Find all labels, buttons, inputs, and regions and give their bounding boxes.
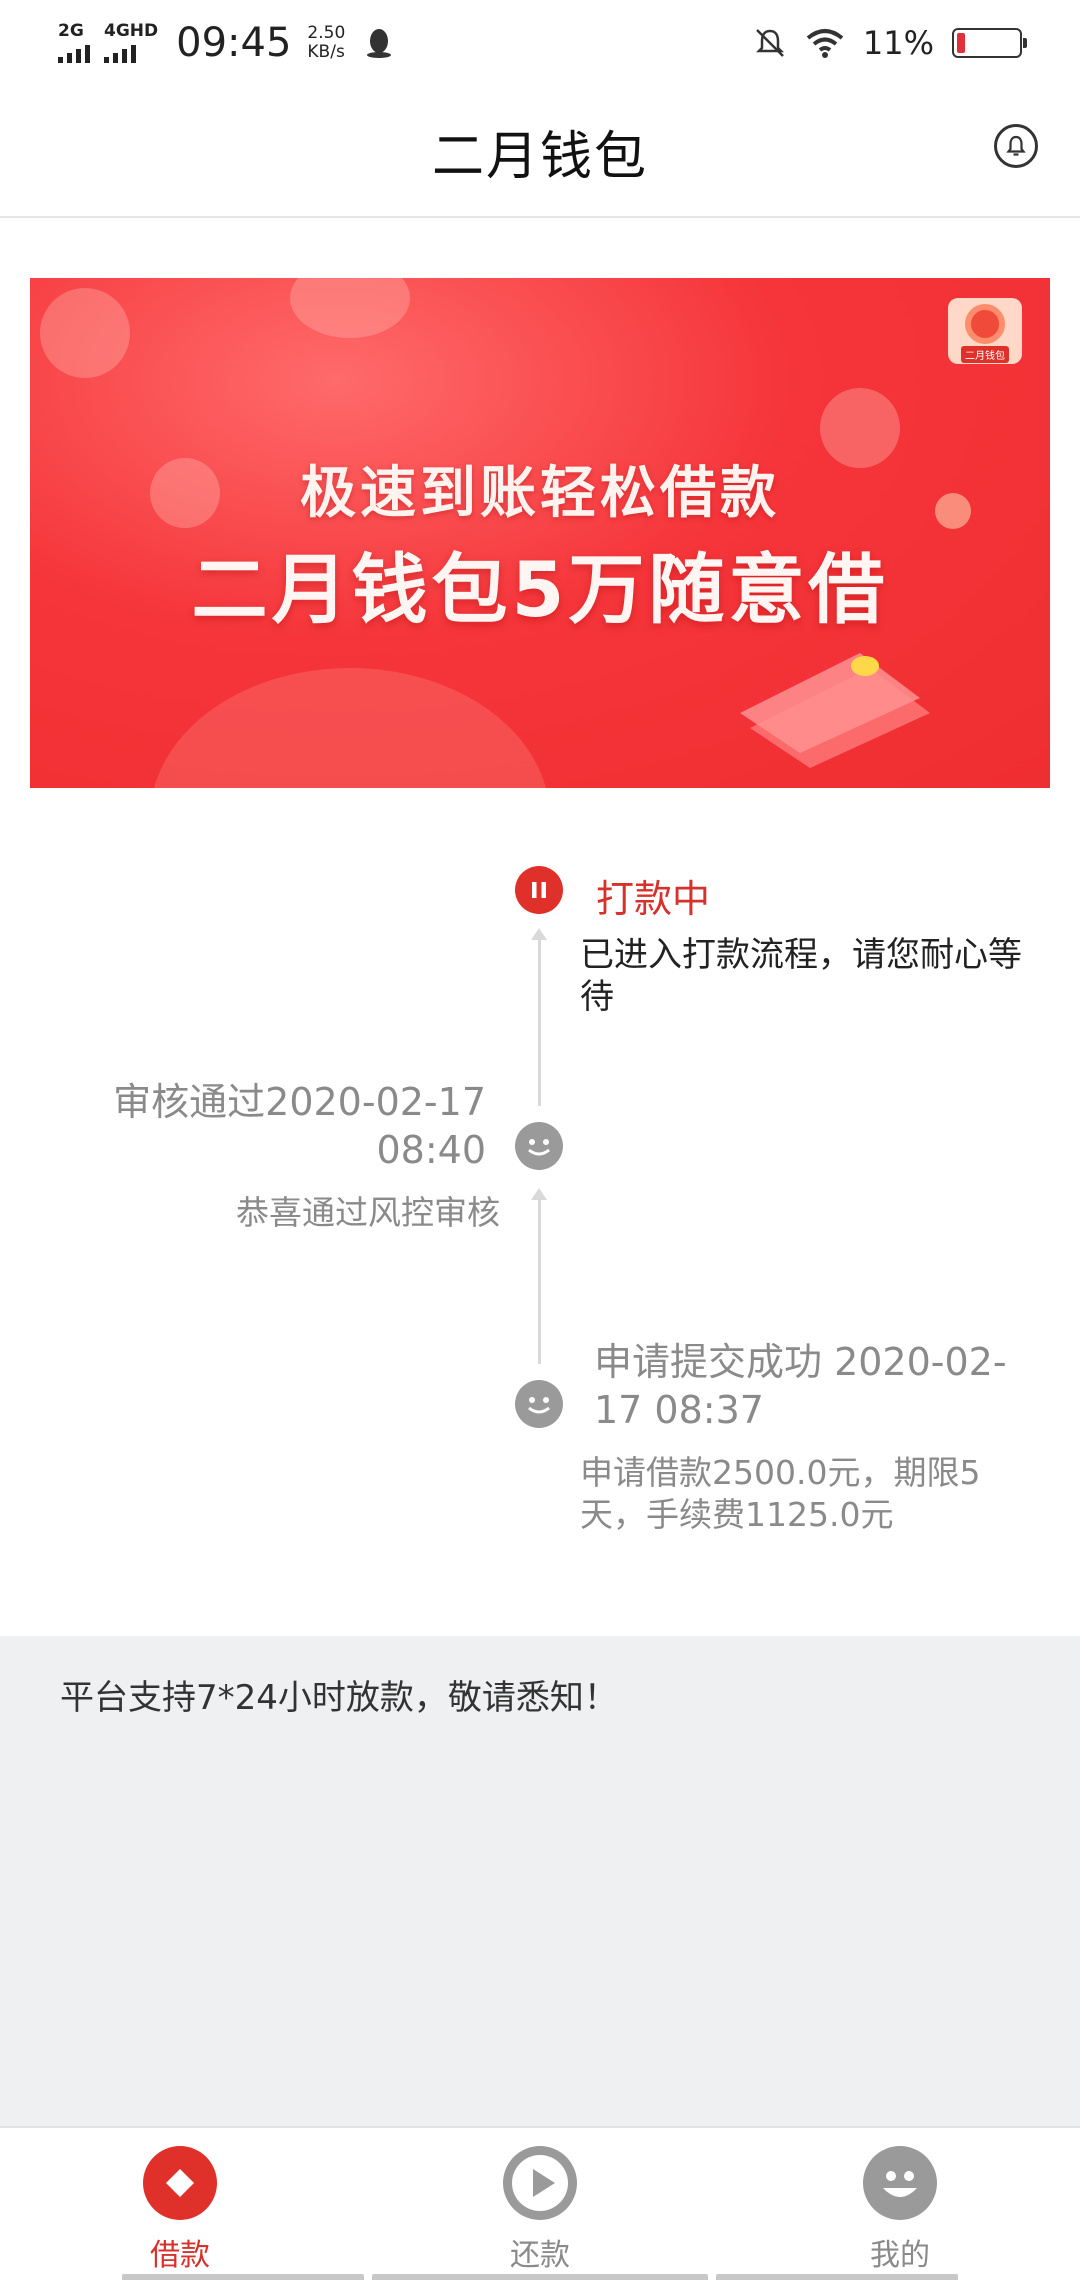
smiley-icon (883, 2171, 917, 2197)
flower-logo-icon (965, 304, 1005, 344)
step-paying-desc: 已进入打款流程，请您耐心等待 (580, 935, 1022, 1017)
banner-headline: 极速到账轻松借款 (300, 461, 780, 526)
app-logo: 二月钱包 (948, 298, 1022, 364)
step-approved-desc: 恭喜通过风控审核 (236, 1193, 500, 1232)
notice-area: 平台支持7*24小时放款，敬请悉知！ (0, 1636, 1080, 2126)
logo-text: 二月钱包 (961, 346, 1009, 363)
play-icon-wrap (503, 2146, 577, 2220)
home-indicator (372, 2274, 708, 2280)
network-4g: 4GHD (104, 23, 158, 63)
nav-tab-repay[interactable]: 还款 (450, 2146, 630, 2274)
diamond-icon (166, 2169, 194, 2197)
red-envelope-icon (740, 653, 930, 768)
smiley-icon (528, 1139, 550, 1156)
pause-icon (532, 882, 546, 898)
qq-penguin-icon (367, 29, 392, 58)
signal-bars-icon (104, 43, 136, 63)
bell-muted-icon (755, 29, 784, 57)
network-2g-label: 2G (58, 21, 84, 41)
timeline-connector (531, 1188, 547, 1364)
bell-icon (1006, 135, 1026, 156)
nav-tab-mine[interactable]: 我的 (810, 2146, 990, 2274)
step-submitted-title: 申请提交成功 2020-02-17 08:37 (594, 1340, 1007, 1432)
home-indicator (716, 2274, 958, 2280)
nav-label-borrow: 借款 (150, 2238, 210, 2273)
promo-banner[interactable]: 极速到账轻松借款 二月钱包5万随意借 二月钱包 (30, 278, 1050, 788)
notification-bell-button[interactable] (994, 124, 1038, 168)
notice-text: 平台支持7*24小时放款，敬请悉知！ (60, 1678, 618, 1718)
step-paying-title: 打款中 (596, 877, 711, 921)
timeline-connector (531, 928, 547, 1106)
signal-bars-icon (58, 43, 90, 63)
home-indicator (122, 2274, 364, 2280)
network-4g-label: 4GHD (104, 21, 159, 41)
nav-tab-borrow[interactable]: 借款 (90, 2146, 270, 2274)
page-title: 二月钱包 (431, 126, 648, 187)
network-speed: 2.50 KB/s (307, 24, 345, 61)
page: 2G 4GHD 09:45 2.50 KB/s 11% 二月钱包 极速到账轻松借… (0, 0, 1080, 2280)
step-approved-node (515, 1122, 563, 1170)
clock: 09:45 (176, 20, 292, 66)
network-2g: 2G (58, 23, 90, 63)
speed-unit: KB/s (307, 42, 345, 62)
banner-slogan: 二月钱包5万随意借 (191, 545, 889, 634)
status-right: 11% (753, 24, 1027, 62)
step-paying-node (515, 866, 563, 914)
battery-icon (952, 28, 1027, 58)
nav-label-mine: 我的 (870, 2238, 930, 2273)
loan-progress-timeline: 打款中 已进入打款流程，请您耐心等待 审核通过2020-02-17 08:40 … (0, 830, 1080, 1630)
battery-percent: 11% (862, 24, 934, 62)
smiley-icon-wrap (863, 2146, 937, 2220)
nav-label-repay: 还款 (510, 2238, 570, 2273)
play-icon (512, 2155, 568, 2211)
step-submitted-desc: 申请借款2500.0元，期限5天，手续费1125.0元 (580, 1453, 981, 1534)
smiley-icon (528, 1397, 550, 1414)
step-submitted-node (515, 1380, 563, 1428)
speed-value: 2.50 (307, 23, 346, 44)
diamond-icon-wrap (143, 2146, 217, 2220)
app-header: 二月钱包 (0, 86, 1080, 218)
bottom-navigation: 借款 还款 我的 (0, 2126, 1080, 2280)
wifi-icon (806, 29, 844, 58)
status-bar: 2G 4GHD 09:45 2.50 KB/s 11% (0, 0, 1080, 86)
step-approved-title: 审核通过2020-02-17 08:40 (113, 1080, 486, 1172)
status-left: 2G 4GHD 09:45 2.50 KB/s (58, 20, 393, 66)
